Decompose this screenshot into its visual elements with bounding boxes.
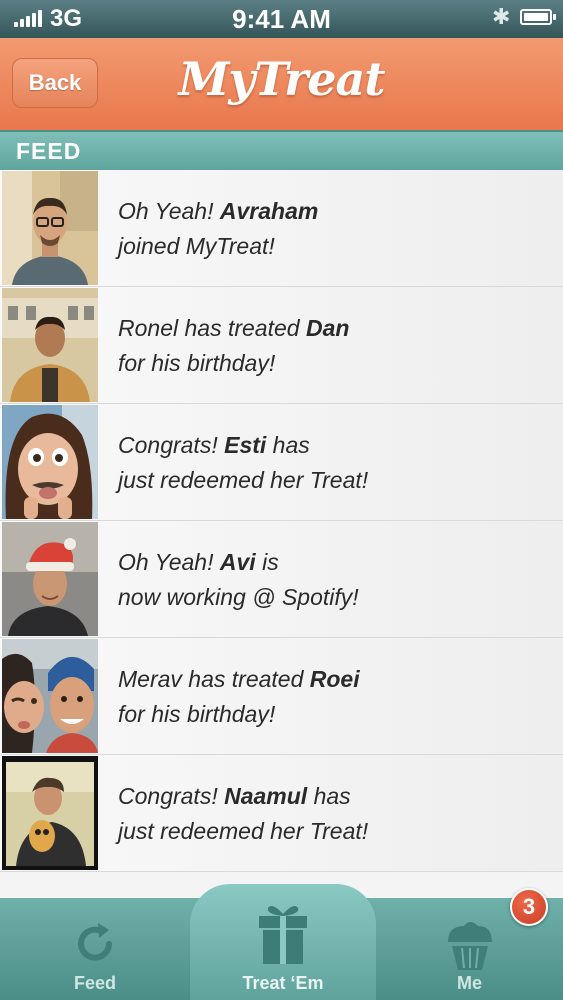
feed-list: Oh Yeah! Avraham joined MyTreat! Ronel h… <box>0 170 563 898</box>
bluetooth-icon: ✱ <box>492 4 511 29</box>
feed-item[interactable]: Merav has treated Roei for his birthday! <box>0 638 563 755</box>
tab-treat-em-label: Treat ‘Em <box>242 973 324 993</box>
feed-item[interactable]: Oh Yeah! Avraham joined MyTreat! <box>0 170 563 287</box>
feed-item[interactable]: Congrats! Naamul has just redeemed her T… <box>0 755 563 872</box>
avatar <box>2 288 98 402</box>
avatar <box>2 522 98 636</box>
tab-bar: Feed Treat ‘Em Me <box>0 884 563 1000</box>
feed-item-text: Oh Yeah! Avi is now working @ Spotify! <box>118 549 359 610</box>
nav-bar: MyTreat Back <box>0 38 563 130</box>
avatar <box>2 756 98 870</box>
feed-item[interactable]: Oh Yeah! Avi is now working @ Spotify! <box>0 521 563 638</box>
gift-icon <box>259 906 307 964</box>
feed-item-name: Avi <box>219 549 256 575</box>
feed-item-text: Ronel has treated Dan for his birthday! <box>118 315 350 376</box>
status-bar: 3G 9:41 AM ✱ <box>0 0 563 38</box>
feed-item-text: Oh Yeah! Avraham joined MyTreat! <box>118 198 319 259</box>
back-button[interactable]: Back <box>12 58 98 108</box>
refresh-icon <box>78 923 112 961</box>
cupcake-icon <box>447 922 492 970</box>
section-header: FEED <box>0 130 563 170</box>
feed-item-text: Congrats! Esti has just redeemed her Tre… <box>118 432 369 493</box>
tab-feed-label: Feed <box>73 973 116 993</box>
avatar <box>2 405 98 519</box>
section-label: FEED <box>16 138 82 164</box>
avatar <box>2 171 98 285</box>
feed-item[interactable]: Congrats! Esti has just redeemed her Tre… <box>0 404 563 521</box>
feed-item-text: Congrats! Naamul has just redeemed her T… <box>118 783 369 844</box>
avatar <box>2 639 98 753</box>
tab-feed[interactable]: Feed <box>0 898 190 1000</box>
tab-me-label: Me <box>456 973 482 993</box>
battery-icon <box>520 9 556 25</box>
feed-item-name: Roei <box>309 666 360 692</box>
feed-item-text: Merav has treated Roei for his birthday! <box>118 666 360 727</box>
tab-treat-em[interactable]: Treat ‘Em <box>190 884 376 1000</box>
feed-item-name: Avraham <box>219 198 319 224</box>
status-time: 9:41 AM <box>232 4 331 34</box>
feed-item-name: Dan <box>305 315 350 341</box>
feed-item-name: Esti <box>224 432 267 458</box>
feed-item-name: Naamul <box>224 783 308 809</box>
notification-badge[interactable]: 3 <box>510 888 548 926</box>
feed-item[interactable]: Ronel has treated Dan for his birthday! <box>0 287 563 404</box>
